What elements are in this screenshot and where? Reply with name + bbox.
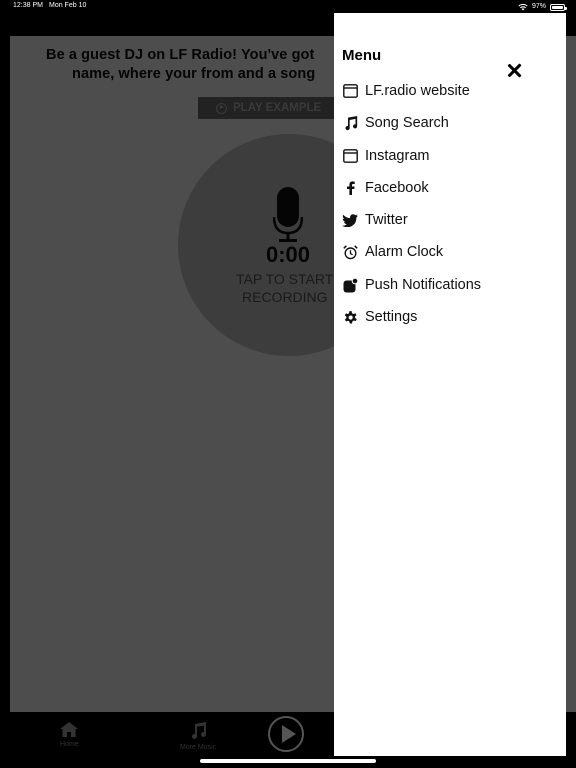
menu-title: Menu (342, 47, 382, 64)
menu-item-label: Instagram (365, 148, 430, 164)
menu-item-lf-radio-website[interactable]: LF.radio website (342, 79, 562, 103)
play-example-label: PLAY EXAMPLE (233, 102, 322, 114)
status-right: 97% (518, 1, 567, 13)
menu-item-label: Alarm Clock (365, 244, 444, 260)
menu-item-label: Settings (365, 309, 418, 325)
alarm-clock-icon (342, 244, 358, 260)
menu-item-song-search[interactable]: Song Search (342, 111, 562, 135)
menu-item-instagram[interactable]: Instagram (342, 144, 562, 168)
play-button[interactable] (268, 716, 304, 752)
play-circle-icon (216, 102, 227, 114)
menu-item-label: Twitter (365, 212, 408, 228)
menu-item-settings[interactable]: Settings (342, 305, 562, 329)
status-bar: 12:38 PM Mon Feb 10 97% (0, 0, 576, 14)
menu-item-label: Facebook (365, 180, 429, 196)
headline-line-1: Be a guest DJ on LF Radio! You've got (46, 47, 315, 63)
menu-item-label: Song Search (365, 115, 449, 131)
close-menu-button[interactable] (506, 62, 524, 80)
menu-item-alarm-clock[interactable]: Alarm Clock (342, 240, 562, 264)
tab-more-music[interactable]: More Music (180, 722, 216, 751)
microphone-icon (273, 187, 303, 242)
music-note-icon (342, 115, 358, 131)
battery-percent: 97% (531, 3, 546, 10)
twitter-icon (342, 212, 358, 228)
notification-badge-icon (342, 277, 358, 293)
tap-line-1: TAP TO START (236, 271, 334, 287)
home-icon (60, 722, 79, 737)
tab-home[interactable]: Home (60, 722, 79, 748)
headline-line-2: name, where your from and a song (72, 66, 316, 82)
menu-item-label: Push Notifications (365, 277, 482, 293)
play-example-button[interactable]: PLAY EXAMPLE (198, 97, 348, 119)
battery-icon (550, 3, 567, 11)
status-date: Mon Feb 10 (49, 2, 87, 9)
tab-more-music-label: More Music (180, 744, 217, 751)
tab-home-label: Home (60, 741, 79, 748)
home-indicator[interactable] (200, 759, 376, 763)
music-note-icon (192, 722, 207, 739)
wifi-icon (518, 3, 528, 11)
status-time: 12:38 PM (13, 2, 43, 9)
facebook-icon (342, 180, 358, 196)
side-menu-drawer: Menu LF.radio website Song Search Instag… (334, 13, 566, 756)
menu-item-label: LF.radio website (365, 83, 470, 99)
recording-timer: 0:00 (265, 242, 311, 267)
menu-item-facebook[interactable]: Facebook (342, 176, 562, 200)
menu-item-push-notifications[interactable]: Push Notifications (342, 273, 562, 297)
browser-window-icon (342, 148, 358, 164)
gear-icon (342, 309, 358, 325)
menu-item-twitter[interactable]: Twitter (342, 208, 562, 232)
browser-window-icon (342, 83, 358, 99)
